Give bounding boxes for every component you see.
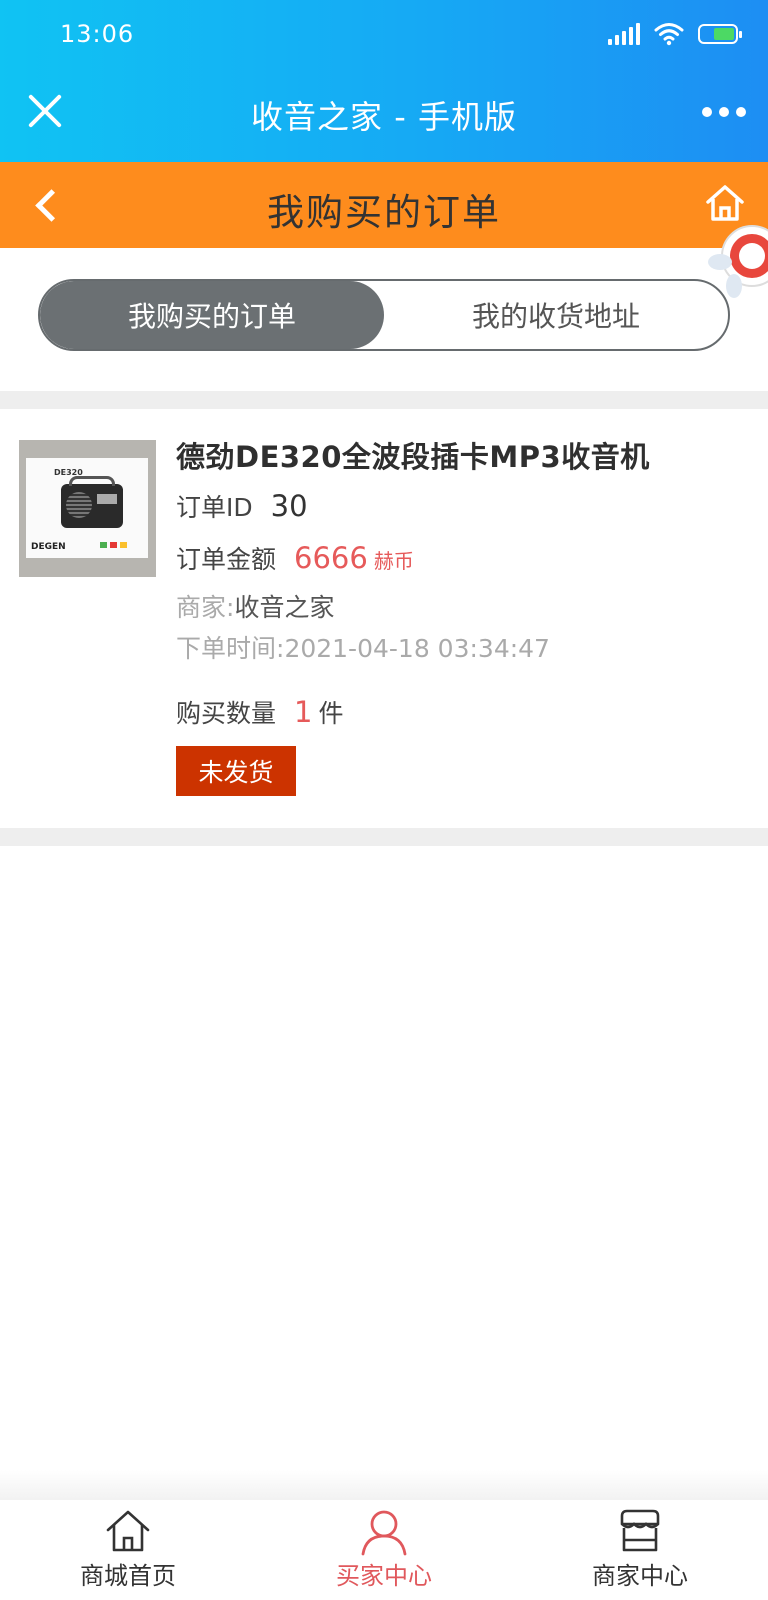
order-id-value: 30 xyxy=(270,489,308,523)
bottom-nav-shadow xyxy=(0,1470,768,1500)
order-amount-currency: 赫币 xyxy=(373,549,414,573)
radio-icon xyxy=(61,476,123,528)
page-header: 我购买的订单 xyxy=(0,162,768,248)
merchant-label: 商家: xyxy=(176,593,235,622)
order-amount-value: 6666 xyxy=(294,541,368,575)
order-card[interactable]: DE320 DEGEN 德劲DE320全波段插卡MP3收音机 订单ID 30 订单… xyxy=(0,410,768,828)
nav-item-home[interactable]: 商城首页 xyxy=(0,1500,256,1600)
order-amount-label: 订单金额 xyxy=(176,545,277,574)
order-id-row: 订单ID 30 xyxy=(176,488,308,524)
user-icon xyxy=(361,1510,407,1556)
app-bar: 13:06 收音之家 - 手机版 xyxy=(0,0,768,162)
store-icon xyxy=(620,1509,660,1552)
status-time: 13:06 xyxy=(60,20,135,48)
product-box: DE320 DEGEN xyxy=(26,458,148,558)
app-title: 收音之家 - 手机版 xyxy=(251,98,517,136)
signal-icon xyxy=(608,23,640,45)
order-time-row: 下单时间:2021-04-18 03:34:47 xyxy=(176,629,550,665)
nav-item-buyer-center[interactable]: 买家中心 xyxy=(256,1500,512,1600)
more-icon[interactable] xyxy=(702,107,746,117)
page-title: 我购买的订单 xyxy=(267,191,501,234)
tab-my-addresses[interactable]: 我的收货地址 xyxy=(384,281,728,349)
divider xyxy=(0,828,768,846)
quantity-unit: 件 xyxy=(318,699,344,728)
quantity-label: 购买数量 xyxy=(176,699,277,728)
battery-icon xyxy=(698,24,742,44)
product-brand-text: DEGEN xyxy=(31,542,66,552)
tab-my-orders[interactable]: 我购买的订单 xyxy=(40,281,384,349)
order-id-label: 订单ID xyxy=(176,493,253,522)
product-thumbnail[interactable]: DE320 DEGEN xyxy=(19,440,156,577)
nav-label-buyer-center: 买家中心 xyxy=(336,1562,432,1590)
product-name[interactable]: 德劲DE320全波段插卡MP3收音机 xyxy=(176,434,650,476)
nav-label-merchant-center: 商家中心 xyxy=(592,1562,688,1590)
order-time-label: 下单时间: xyxy=(176,634,285,663)
wifi-icon xyxy=(654,23,684,46)
divider xyxy=(0,391,768,409)
tab-bar: 我购买的订单 我的收货地址 xyxy=(38,279,730,351)
home-icon xyxy=(106,1510,150,1552)
quantity-row: 购买数量 1 件 xyxy=(176,694,343,730)
merchant-value: 收音之家 xyxy=(234,593,335,622)
order-amount-row: 订单金额 6666 赫币 xyxy=(176,540,414,576)
merchant-row: 商家:收音之家 xyxy=(176,588,334,624)
status-badge: 未发货 xyxy=(176,746,296,796)
quantity-value: 1 xyxy=(294,695,313,729)
nav-label-home: 商城首页 xyxy=(80,1562,176,1590)
bottom-nav: 商城首页 买家中心 商家中心 xyxy=(0,1500,768,1600)
order-time-value: 2021-04-18 03:34:47 xyxy=(284,634,550,663)
status-icons xyxy=(608,22,742,46)
nav-item-merchant-center[interactable]: 商家中心 xyxy=(512,1500,768,1600)
